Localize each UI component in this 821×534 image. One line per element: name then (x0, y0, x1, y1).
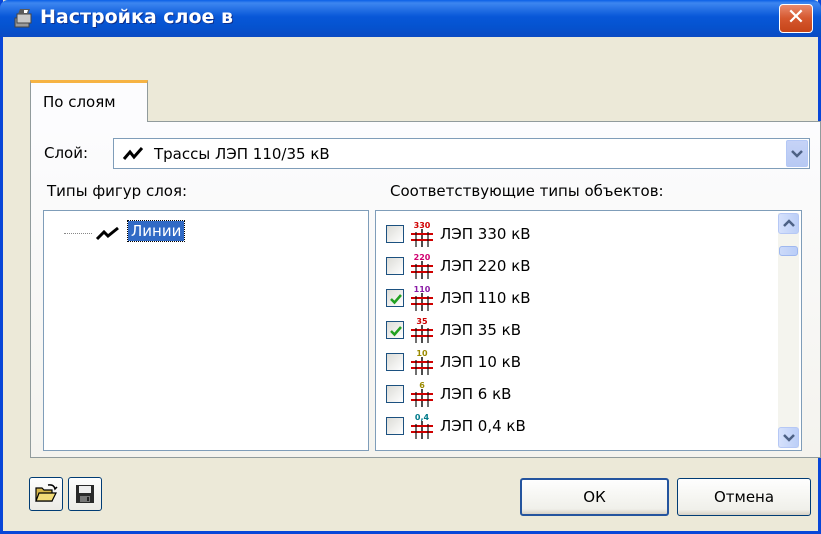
tab-by-layers[interactable]: По слоям (30, 80, 148, 122)
object-type-item[interactable]: 0,4 ЛЭП 0,4 кВ (386, 412, 756, 442)
object-type-label: ЛЭП 10 кВ (440, 353, 522, 371)
object-type-label: ЛЭП 35 кВ (440, 321, 522, 339)
checkmark-icon (390, 294, 402, 305)
object-type-checkbox[interactable] (386, 225, 404, 243)
ok-button[interactable]: ОК (520, 478, 669, 516)
object-type-checkbox[interactable] (386, 353, 404, 371)
voltage-mark: 220 (414, 253, 431, 262)
dialog-window: Настройка слое в ✕ По слоям Слой: Трассы… (0, 0, 821, 534)
object-type-label: ЛЭП 110 кВ (440, 289, 531, 307)
power-line-icon: 0,4 (411, 413, 433, 439)
open-button[interactable] (29, 477, 63, 511)
layer-select-value: Трассы ЛЭП 110/35 кВ (154, 145, 330, 163)
cancel-button[interactable]: Отмена (677, 478, 811, 516)
shape-types-tree[interactable]: Линии (43, 210, 369, 451)
object-type-checkbox[interactable] (386, 417, 404, 435)
close-button[interactable]: ✕ (779, 4, 813, 33)
power-line-icon: 35 (411, 317, 433, 343)
voltage-mark: 0,4 (415, 413, 430, 422)
layer-select-dropdown-button[interactable] (786, 140, 808, 167)
object-types-list[interactable]: 330 ЛЭП 330 кВ 220 ЛЭП 220 кВ 110 ЛЭП 110 кВ 3… (375, 210, 802, 451)
save-button[interactable] (68, 477, 102, 511)
object-type-label: ЛЭП 0,4 кВ (440, 417, 526, 435)
scroll-up-button[interactable] (778, 213, 799, 234)
power-line-icon: 330 (411, 221, 433, 247)
power-line-icon: 220 (411, 253, 433, 279)
window-title: Настройка слое в (40, 6, 234, 28)
tree-item-lines[interactable]: Линии (126, 220, 186, 242)
line-icon (95, 226, 119, 241)
voltage-mark: 10 (416, 349, 428, 358)
folder-open-icon (35, 484, 58, 502)
layers-settings-icon (14, 9, 32, 28)
line-icon (122, 147, 144, 160)
object-type-item[interactable]: 330 ЛЭП 330 кВ (386, 220, 756, 250)
chevron-down-icon (782, 433, 795, 442)
object-type-label: ЛЭП 330 кВ (440, 225, 531, 243)
chevron-up-icon (782, 218, 795, 227)
object-type-checkbox[interactable] (386, 257, 404, 275)
power-line-icon: 6 (411, 381, 433, 407)
object-type-label: ЛЭП 6 кВ (440, 385, 512, 403)
chevron-down-icon (791, 149, 803, 158)
object-type-item[interactable]: 110 ЛЭП 110 кВ (386, 284, 756, 314)
close-icon: ✕ (786, 5, 806, 30)
voltage-mark: 110 (414, 285, 431, 294)
object-type-item[interactable]: 6 ЛЭП 6 кВ (386, 380, 756, 410)
voltage-mark: 6 (419, 381, 425, 390)
checkmark-icon (390, 326, 402, 337)
object-type-label: ЛЭП 220 кВ (440, 257, 531, 275)
object-type-checkbox[interactable] (386, 321, 404, 339)
scroll-thumb[interactable] (779, 246, 798, 256)
layer-label: Слой: (44, 144, 89, 162)
tree-connector (64, 233, 92, 234)
scroll-down-button[interactable] (778, 427, 799, 448)
object-type-item[interactable]: 220 ЛЭП 220 кВ (386, 252, 756, 282)
power-line-icon: 10 (411, 349, 433, 375)
object-types-heading: Соответствующие типы объектов: (390, 182, 664, 200)
power-line-icon: 110 (411, 285, 433, 311)
title-bar[interactable]: Настройка слое в ✕ (0, 0, 821, 37)
object-type-item[interactable]: 35 ЛЭП 35 кВ (386, 316, 756, 346)
object-type-checkbox[interactable] (386, 385, 404, 403)
shape-types-heading: Типы фигур слоя: (47, 182, 188, 200)
layer-select[interactable]: Трассы ЛЭП 110/35 кВ (113, 138, 810, 169)
voltage-mark: 35 (416, 317, 428, 326)
voltage-mark: 330 (414, 221, 431, 230)
floppy-disk-icon (76, 485, 94, 503)
tab-label: По слоям (43, 93, 116, 111)
object-type-checkbox[interactable] (386, 289, 404, 307)
vertical-scrollbar[interactable] (778, 213, 799, 448)
object-type-item[interactable]: 10 ЛЭП 10 кВ (386, 348, 756, 378)
